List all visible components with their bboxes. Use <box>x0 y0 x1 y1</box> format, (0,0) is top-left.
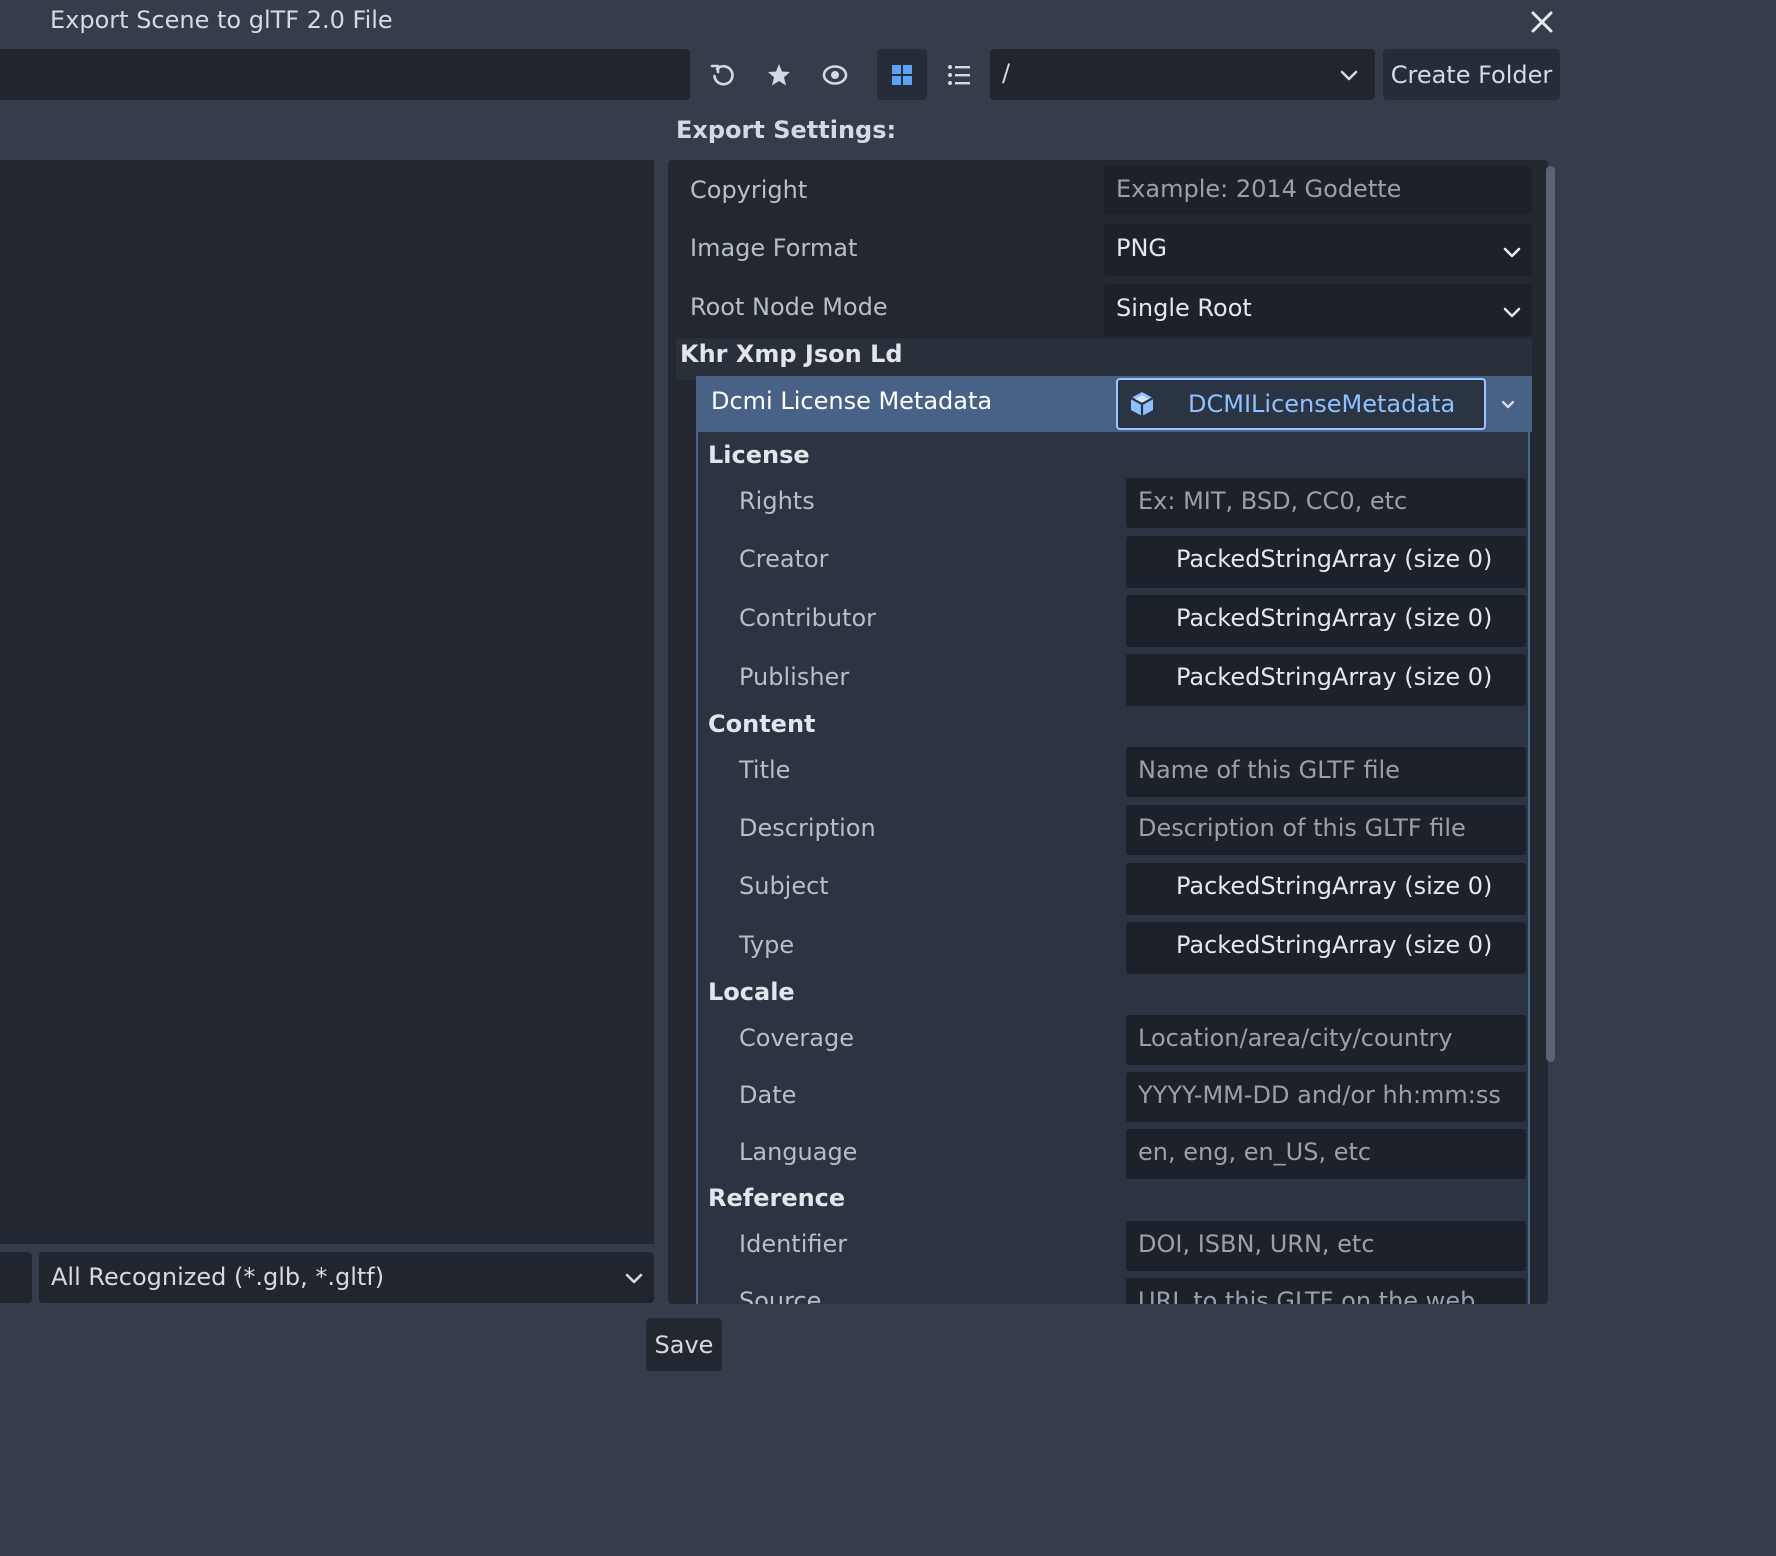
file-filter-value: All Recognized (*.glb, *.gltf) <box>51 1263 385 1291</box>
title-label: Title <box>739 756 791 784</box>
copyright-field[interactable]: Example: 2014 Godette <box>1104 166 1532 214</box>
publisher-value: PackedStringArray (size 0) <box>1176 663 1493 691</box>
cube-resource-icon <box>1130 392 1154 416</box>
contributor-label: Contributor <box>739 604 877 632</box>
contributor-array-button[interactable]: PackedStringArray (size 0) <box>1126 595 1526 647</box>
eye-icon <box>822 64 848 85</box>
grid-view-button[interactable] <box>877 49 927 100</box>
publisher-label: Publisher <box>739 663 850 691</box>
subject-value: PackedStringArray (size 0) <box>1176 872 1493 900</box>
refresh-icon <box>710 64 734 85</box>
creator-label: Creator <box>739 545 829 573</box>
image-format-select[interactable]: PNG <box>1104 224 1532 276</box>
source-placeholder: URL to this GLTF on the web <box>1138 1287 1476 1304</box>
subject-label: Subject <box>739 872 829 900</box>
rights-placeholder: Ex: MIT, BSD, CC0, etc <box>1138 487 1408 515</box>
create-folder-button[interactable]: Create Folder <box>1383 49 1560 100</box>
date-label: Date <box>739 1081 797 1109</box>
language-placeholder: en, eng, en_US, etc <box>1138 1138 1372 1166</box>
copyright-placeholder: Example: 2014 Godette <box>1116 175 1402 203</box>
type-value: PackedStringArray (size 0) <box>1176 931 1493 959</box>
root-node-mode-select[interactable]: Single Root <box>1104 284 1532 336</box>
directory-value: / <box>1002 59 1011 87</box>
type-array-button[interactable]: PackedStringArray (size 0) <box>1126 922 1526 974</box>
contributor-value: PackedStringArray (size 0) <box>1176 604 1493 632</box>
file-list[interactable] <box>0 160 654 1244</box>
copyright-label: Copyright <box>690 176 808 204</box>
description-label: Description <box>739 814 876 842</box>
root-node-mode-label: Root Node Mode <box>690 293 888 321</box>
dcmi-license-label: Dcmi License Metadata <box>711 387 993 415</box>
reference-section-title: Reference <box>708 1184 846 1212</box>
description-placeholder: Description of this GLTF file <box>1138 814 1466 842</box>
chevron-down-icon[interactable] <box>1496 392 1520 416</box>
source-field[interactable]: URL to this GLTF on the web <box>1126 1278 1526 1304</box>
close-icon[interactable] <box>1528 8 1556 36</box>
list-view-button[interactable] <box>934 49 984 100</box>
title-placeholder: Name of this GLTF file <box>1138 756 1400 784</box>
language-field[interactable]: en, eng, en_US, etc <box>1126 1129 1526 1179</box>
identifier-placeholder: DOI, ISBN, URN, etc <box>1138 1230 1375 1258</box>
chevron-down-icon <box>1503 307 1521 318</box>
toggle-hidden-button[interactable] <box>810 49 860 100</box>
creator-value: PackedStringArray (size 0) <box>1176 545 1493 573</box>
image-format-value: PNG <box>1116 234 1168 262</box>
rights-label: Rights <box>739 487 815 515</box>
export-settings-inspector[interactable]: Copyright Example: 2014 Godette Image Fo… <box>668 160 1548 1304</box>
creator-array-button[interactable]: PackedStringArray (size 0) <box>1126 536 1526 588</box>
inspector-scrollbar[interactable] <box>1546 166 1555 1062</box>
locale-section-title: Locale <box>708 978 795 1006</box>
rights-field[interactable]: Ex: MIT, BSD, CC0, etc <box>1126 478 1526 528</box>
language-label: Language <box>739 1138 858 1166</box>
coverage-field[interactable]: Location/area/city/country <box>1126 1015 1526 1065</box>
khr-xmp-section-title: Khr Xmp Json Ld <box>680 340 903 368</box>
publisher-array-button[interactable]: PackedStringArray (size 0) <box>1126 654 1526 706</box>
save-button[interactable]: Save <box>646 1318 722 1371</box>
list-view-icon <box>948 64 970 85</box>
path-input[interactable] <box>0 49 690 100</box>
date-placeholder: YYYY-MM-DD and/or hh:mm:ss <box>1138 1081 1501 1109</box>
dcmi-resource-button[interactable]: DCMILicenseMetadata <box>1116 378 1486 430</box>
license-section-title: License <box>708 441 810 469</box>
title-field[interactable]: Name of this GLTF file <box>1126 747 1526 797</box>
file-filter-select[interactable]: All Recognized (*.glb, *.gltf) <box>39 1252 654 1303</box>
description-field[interactable]: Description of this GLTF file <box>1126 805 1526 855</box>
content-section-title: Content <box>708 710 816 738</box>
coverage-placeholder: Location/area/city/country <box>1138 1024 1453 1052</box>
dcmi-resource-value: DCMILicenseMetadata <box>1188 390 1456 418</box>
identifier-field[interactable]: DOI, ISBN, URN, etc <box>1126 1221 1526 1271</box>
chevron-down-icon <box>1503 247 1521 258</box>
subject-array-button[interactable]: PackedStringArray (size 0) <box>1126 863 1526 915</box>
source-label: Source <box>739 1287 822 1304</box>
grid-view-icon <box>892 64 912 85</box>
root-node-mode-value: Single Root <box>1116 294 1252 322</box>
export-settings-label: Export Settings: <box>676 116 897 144</box>
coverage-label: Coverage <box>739 1024 854 1052</box>
window-title: Export Scene to glTF 2.0 File <box>50 6 393 34</box>
date-field[interactable]: YYYY-MM-DD and/or hh:mm:ss <box>1126 1072 1526 1122</box>
directory-select[interactable]: / <box>990 49 1375 100</box>
chevron-down-icon <box>625 1273 643 1284</box>
star-icon <box>768 63 790 85</box>
identifier-label: Identifier <box>739 1230 848 1258</box>
type-label: Type <box>739 931 795 959</box>
favorite-button[interactable] <box>754 49 804 100</box>
chevron-down-icon <box>1340 70 1358 81</box>
image-format-label: Image Format <box>690 234 858 262</box>
filename-input[interactable] <box>0 1252 32 1303</box>
refresh-button[interactable] <box>698 49 748 100</box>
